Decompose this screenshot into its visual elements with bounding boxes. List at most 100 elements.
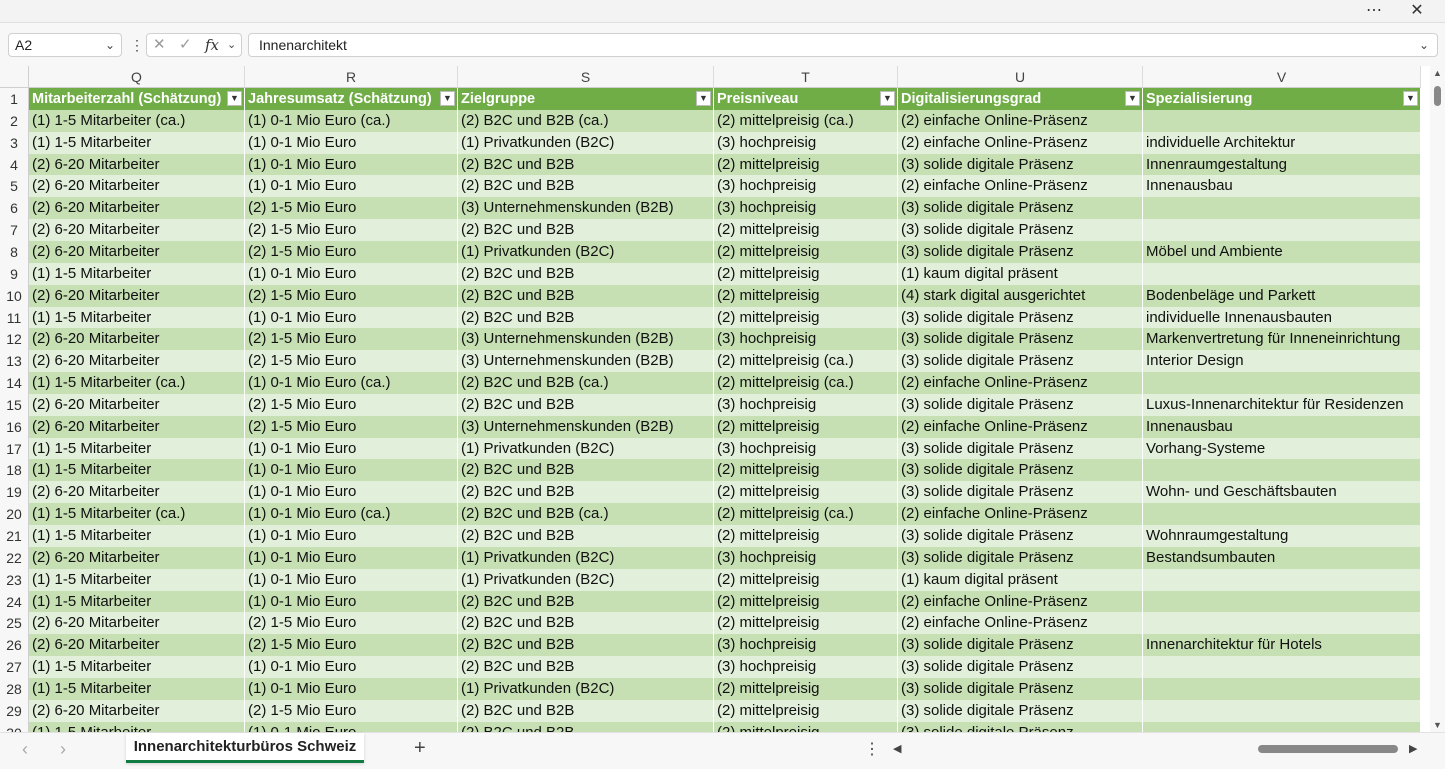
table-cell[interactable]: (2) B2C und B2B (ca.) bbox=[458, 110, 714, 132]
table-cell[interactable]: (3) hochpreisig bbox=[714, 438, 898, 460]
chevron-down-icon[interactable]: ⌄ bbox=[227, 34, 236, 56]
column-header[interactable]: V bbox=[1143, 66, 1421, 88]
table-cell[interactable]: (3) solide digitale Präsenz bbox=[898, 700, 1143, 722]
table-cell[interactable]: (2) mittelpreisig bbox=[714, 285, 898, 307]
table-cell[interactable]: (1) 1-5 Mitarbeiter bbox=[29, 591, 245, 613]
table-cell[interactable]: (3) solide digitale Präsenz bbox=[898, 438, 1143, 460]
row-number[interactable]: 30 bbox=[0, 722, 29, 732]
table-cell[interactable]: (2) 1-5 Mio Euro bbox=[245, 612, 458, 634]
table-cell[interactable]: (2) B2C und B2B bbox=[458, 307, 714, 329]
table-cell[interactable]: (2) mittelpreisig bbox=[714, 722, 898, 732]
table-cell[interactable]: (2) B2C und B2B bbox=[458, 481, 714, 503]
table-cell[interactable]: (2) einfache Online-Präsenz bbox=[898, 416, 1143, 438]
table-cell[interactable]: (3) solide digitale Präsenz bbox=[898, 197, 1143, 219]
row-number[interactable]: 21 bbox=[0, 525, 29, 547]
table-cell[interactable]: (2) 1-5 Mio Euro bbox=[245, 350, 458, 372]
column-header[interactable]: Q bbox=[29, 66, 245, 88]
column-header[interactable]: S bbox=[458, 66, 714, 88]
table-cell[interactable] bbox=[1143, 722, 1421, 732]
table-cell[interactable]: (1) Privatkunden (B2C) bbox=[458, 438, 714, 460]
table-cell[interactable]: (3) hochpreisig bbox=[714, 656, 898, 678]
table-cell[interactable]: (2) 1-5 Mio Euro bbox=[245, 328, 458, 350]
table-cell[interactable]: (2) B2C und B2B bbox=[458, 656, 714, 678]
table-cell[interactable]: (2) 1-5 Mio Euro bbox=[245, 285, 458, 307]
filter-dropdown-icon[interactable]: ▼ bbox=[440, 91, 455, 106]
sheet-tab-active[interactable]: Innenarchitekturbüros Schweiz bbox=[126, 733, 364, 763]
table-cell[interactable]: (2) 6-20 Mitarbeiter bbox=[29, 285, 245, 307]
table-cell[interactable]: Luxus-Innenarchitektur für Residenzen bbox=[1143, 394, 1421, 416]
table-cell[interactable]: (3) Unternehmenskunden (B2B) bbox=[458, 197, 714, 219]
row-number[interactable]: 2 bbox=[0, 110, 29, 132]
table-cell[interactable]: (2) mittelpreisig bbox=[714, 700, 898, 722]
row-number[interactable]: 28 bbox=[0, 678, 29, 700]
header-cell[interactable]: Mitarbeiterzahl (Schätzung) ▼ bbox=[29, 88, 245, 110]
table-cell[interactable]: (1) 0-1 Mio Euro bbox=[245, 547, 458, 569]
name-box[interactable]: A2 ⌄ bbox=[8, 33, 122, 57]
scroll-up-icon[interactable]: ▲ bbox=[1433, 68, 1442, 78]
table-cell[interactable]: (2) B2C und B2B (ca.) bbox=[458, 503, 714, 525]
table-cell[interactable]: Bestandsumbauten bbox=[1143, 547, 1421, 569]
row-number[interactable]: 9 bbox=[0, 263, 29, 285]
table-cell[interactable]: (2) B2C und B2B bbox=[458, 263, 714, 285]
table-cell[interactable]: (2) mittelpreisig bbox=[714, 416, 898, 438]
table-cell[interactable]: (3) solide digitale Präsenz bbox=[898, 154, 1143, 176]
filter-dropdown-icon[interactable]: ▼ bbox=[1125, 91, 1140, 106]
table-cell[interactable]: individuelle Architektur bbox=[1143, 132, 1421, 154]
header-cell[interactable]: Zielgruppe ▼ bbox=[458, 88, 714, 110]
expand-formula-icon[interactable]: ⌄ bbox=[1419, 34, 1429, 56]
header-cell[interactable]: Digitalisierungsgrad ▼ bbox=[898, 88, 1143, 110]
table-cell[interactable]: (2) einfache Online-Präsenz bbox=[898, 591, 1143, 613]
table-cell[interactable]: (3) hochpreisig bbox=[714, 175, 898, 197]
table-cell[interactable]: (3) solide digitale Präsenz bbox=[898, 634, 1143, 656]
table-cell[interactable]: (2) 6-20 Mitarbeiter bbox=[29, 219, 245, 241]
row-number[interactable]: 22 bbox=[0, 547, 29, 569]
table-cell[interactable]: (1) 1-5 Mitarbeiter bbox=[29, 569, 245, 591]
table-cell[interactable]: (2) 6-20 Mitarbeiter bbox=[29, 328, 245, 350]
table-cell[interactable]: (3) hochpreisig bbox=[714, 328, 898, 350]
formula-input[interactable]: Innenarchitekt ⌄ bbox=[248, 33, 1438, 57]
table-cell[interactable]: (3) solide digitale Präsenz bbox=[898, 350, 1143, 372]
table-cell[interactable]: (3) solide digitale Präsenz bbox=[898, 722, 1143, 732]
row-number[interactable]: 27 bbox=[0, 656, 29, 678]
table-cell[interactable]: (2) B2C und B2B bbox=[458, 219, 714, 241]
table-cell[interactable]: (3) Unternehmenskunden (B2B) bbox=[458, 328, 714, 350]
table-cell[interactable]: (1) 0-1 Mio Euro bbox=[245, 722, 458, 732]
table-cell[interactable] bbox=[1143, 656, 1421, 678]
scroll-left-icon[interactable]: ◀ bbox=[893, 742, 901, 755]
table-cell[interactable]: (1) 0-1 Mio Euro bbox=[245, 591, 458, 613]
table-cell[interactable]: (1) 0-1 Mio Euro bbox=[245, 678, 458, 700]
select-all-corner[interactable] bbox=[0, 66, 29, 88]
table-cell[interactable]: (1) 0-1 Mio Euro bbox=[245, 154, 458, 176]
table-cell[interactable]: (2) 1-5 Mio Euro bbox=[245, 197, 458, 219]
table-cell[interactable]: (2) einfache Online-Präsenz bbox=[898, 612, 1143, 634]
table-cell[interactable] bbox=[1143, 372, 1421, 394]
row-number[interactable]: 7 bbox=[0, 219, 29, 241]
table-cell[interactable]: Vorhang-Systeme bbox=[1143, 438, 1421, 460]
row-number[interactable]: 12 bbox=[0, 328, 29, 350]
vertical-more-icon[interactable]: ⋮ bbox=[130, 33, 144, 57]
table-cell[interactable]: (2) mittelpreisig (ca.) bbox=[714, 503, 898, 525]
header-cell[interactable]: Jahresumsatz (Schätzung) ▼ bbox=[245, 88, 458, 110]
table-cell[interactable]: (1) 1-5 Mitarbeiter bbox=[29, 678, 245, 700]
table-cell[interactable]: (2) B2C und B2B bbox=[458, 394, 714, 416]
table-cell[interactable]: (4) stark digital ausgerichtet bbox=[898, 285, 1143, 307]
table-cell[interactable]: (2) einfache Online-Präsenz bbox=[898, 175, 1143, 197]
vertical-scrollbar[interactable]: ▲ ▼ bbox=[1430, 66, 1445, 732]
row-number[interactable]: 3 bbox=[0, 132, 29, 154]
table-cell[interactable] bbox=[1143, 110, 1421, 132]
table-cell[interactable]: (2) einfache Online-Präsenz bbox=[898, 110, 1143, 132]
table-cell[interactable]: (2) mittelpreisig bbox=[714, 154, 898, 176]
table-cell[interactable]: (1) 1-5 Mitarbeiter bbox=[29, 438, 245, 460]
table-cell[interactable]: (1) 1-5 Mitarbeiter bbox=[29, 459, 245, 481]
table-cell[interactable]: (1) 1-5 Mitarbeiter bbox=[29, 132, 245, 154]
spreadsheet-grid[interactable]: Q R S T U V 1 Mitarbeiterzahl (Schätzung) ▼ Jahre… bbox=[0, 66, 1430, 732]
table-cell[interactable]: (2) B2C und B2B bbox=[458, 459, 714, 481]
table-cell[interactable]: Markenvertretung für Inneneinrichtung bbox=[1143, 328, 1421, 350]
table-cell[interactable]: Wohnraumgestaltung bbox=[1143, 525, 1421, 547]
table-cell[interactable]: (2) B2C und B2B bbox=[458, 700, 714, 722]
table-cell[interactable]: (1) 1-5 Mitarbeiter (ca.) bbox=[29, 503, 245, 525]
table-cell[interactable]: (1) 0-1 Mio Euro bbox=[245, 481, 458, 503]
horizontal-scroll-thumb[interactable] bbox=[1258, 745, 1398, 753]
row-number[interactable]: 8 bbox=[0, 241, 29, 263]
table-cell[interactable]: (2) mittelpreisig bbox=[714, 241, 898, 263]
